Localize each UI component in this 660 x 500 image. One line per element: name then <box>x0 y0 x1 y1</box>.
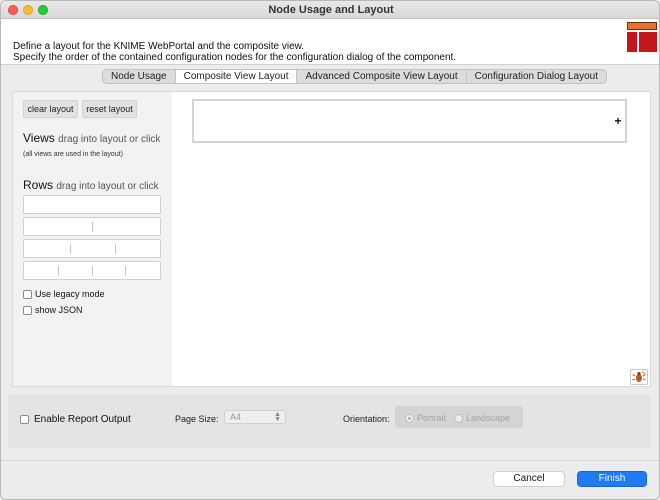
cancel-button[interactable]: Cancel <box>493 471 565 487</box>
tab-node-usage[interactable]: Node Usage <box>103 70 176 83</box>
tab-advanced-composite-view-layout[interactable]: Advanced Composite View Layout <box>297 70 467 83</box>
tab-bar: Node Usage Composite View Layout Advance… <box>102 69 608 84</box>
row-template-3-columns[interactable] <box>23 239 161 258</box>
add-column-icon[interactable]: + <box>613 115 623 127</box>
orientation-label: Orientation: <box>343 414 390 424</box>
enable-report-row[interactable]: Enable Report Output <box>20 414 131 425</box>
knime-logo-icon <box>627 22 657 52</box>
portrait-radio[interactable] <box>405 413 414 423</box>
portrait-label: Portrait <box>417 413 447 423</box>
legacy-mode-checkbox-row[interactable]: Use legacy mode <box>23 289 105 299</box>
bug-icon[interactable] <box>630 369 648 385</box>
legacy-mode-label: Use legacy mode <box>35 289 105 299</box>
tab-composite-view-layout[interactable]: Composite View Layout <box>175 70 298 83</box>
reset-layout-button[interactable]: reset layout <box>82 100 137 118</box>
row-template-4-columns[interactable] <box>23 261 161 280</box>
legacy-mode-checkbox[interactable] <box>23 289 32 299</box>
views-hint: drag into layout or click <box>58 134 161 145</box>
window-title: Node Usage and Layout <box>268 4 394 16</box>
report-settings-panel: Enable Report Output Page Size: A4 ▲ ▼ Or… <box>8 394 651 448</box>
enable-report-label: Enable Report Output <box>34 414 131 425</box>
landscape-radio-row[interactable]: Landscape <box>454 413 510 423</box>
row-template-1-column[interactable] <box>23 195 161 214</box>
views-title: Views <box>23 131 55 145</box>
layout-row[interactable]: + <box>192 99 627 143</box>
tab-configuration-dialog-layout[interactable]: Configuration Dialog Layout <box>467 70 606 83</box>
page-size-label: Page Size: <box>175 414 219 424</box>
select-arrows-icon: ▲ ▼ <box>274 411 281 423</box>
rows-hint: drag into layout or click <box>56 181 159 192</box>
landscape-label: Landscape <box>466 413 511 423</box>
show-json-checkbox-row[interactable]: show JSON <box>23 305 83 315</box>
views-heading: Views drag into layout or click <box>23 131 160 145</box>
portrait-radio-row[interactable]: Portrait <box>405 413 446 423</box>
page-size-select[interactable]: A4 ▲ ▼ <box>224 410 286 424</box>
layout-sidebar: clear layout reset layout Views drag int… <box>13 92 172 386</box>
header-description-line-2: Specify the order of the contained confi… <box>13 52 457 63</box>
orientation-group: Portrait Landscape <box>395 406 523 428</box>
clear-layout-button[interactable]: clear layout <box>23 100 78 118</box>
page-size-value: A4 <box>230 412 242 422</box>
show-json-checkbox[interactable] <box>23 305 32 315</box>
landscape-radio[interactable] <box>454 413 463 423</box>
enable-report-checkbox[interactable] <box>20 415 29 424</box>
dialog-header: Define a layout for the KNIME WebPortal … <box>1 19 659 65</box>
finish-button[interactable]: Finish <box>577 471 647 487</box>
header-description-line-1: Define a layout for the KNIME WebPortal … <box>13 41 305 52</box>
footer-divider <box>1 460 659 461</box>
title-bar: Node Usage and Layout <box>1 1 659 19</box>
row-template-2-columns[interactable] <box>23 217 161 236</box>
dialog-window: Node Usage and Layout Define a layout fo… <box>0 0 660 500</box>
rows-heading: Rows drag into layout or click <box>23 178 159 192</box>
show-json-label: show JSON <box>35 305 83 315</box>
layout-editor-panel: clear layout reset layout Views drag int… <box>12 91 651 387</box>
views-note: (all views are used in the layout) <box>23 151 123 158</box>
rows-title: Rows <box>23 178 54 192</box>
